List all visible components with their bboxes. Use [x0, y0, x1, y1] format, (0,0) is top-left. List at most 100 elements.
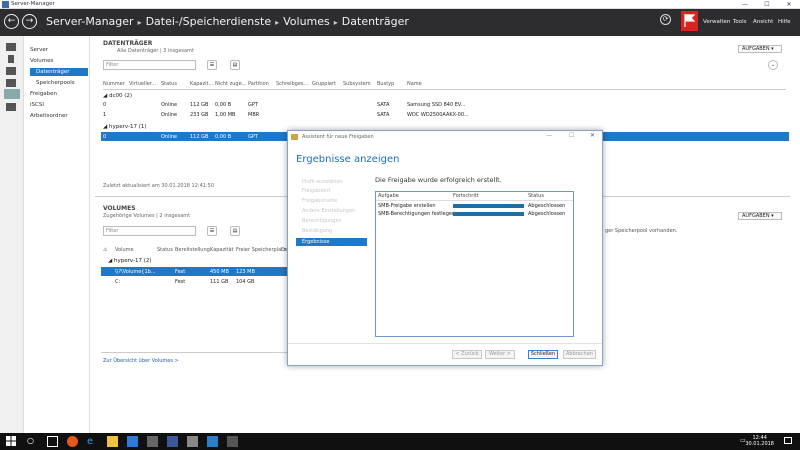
disk-row-status: Online [161, 102, 178, 108]
sidebar-item-speicherpools[interactable]: Speicherpools [36, 80, 75, 86]
notification-flag-icon[interactable] [681, 11, 698, 31]
disk-group-dc00[interactable]: ◢ dc00 (2) [103, 93, 132, 99]
app-icon[interactable] [207, 436, 218, 447]
col-bustyp[interactable]: Bustyp [377, 81, 394, 87]
sidebar-item-datentraeger[interactable]: Datenträger [30, 68, 88, 76]
file-explorer-icon[interactable] [107, 436, 118, 447]
sidebar-item-arbeitsordner[interactable]: Arbeitsordner [30, 113, 68, 119]
col-kapazitaet[interactable]: Kapazität [210, 247, 234, 253]
dialog-minimize-button[interactable]: — [546, 132, 552, 139]
local-server-icon[interactable] [8, 55, 14, 63]
wizard-step-active[interactable]: Ergebnisse [296, 238, 367, 246]
volumes-filter-input[interactable]: Filter [103, 226, 196, 236]
all-servers-icon[interactable] [6, 67, 16, 75]
volume-row-name[interactable]: C: [115, 279, 120, 285]
col-nicht-zugeordnet[interactable]: Nicht zuge... [215, 81, 246, 87]
sidebar: Server Volumes Datenträger Speicherpools… [24, 36, 90, 433]
breadcrumb-item[interactable]: Datenträger [342, 15, 409, 28]
close-button[interactable]: Schließen [528, 350, 558, 359]
dashboard-icon[interactable] [6, 43, 16, 51]
menu-tools[interactable]: Tools [733, 19, 747, 25]
filter-options-icon[interactable]: ☰ [207, 226, 217, 236]
col-status: Status [528, 193, 544, 199]
column-options-icon[interactable]: ▤ [230, 60, 240, 70]
sidebar-item-server[interactable]: Server [30, 47, 48, 53]
wizard-step: Profil auswählen [302, 179, 343, 185]
dialog-close-button[interactable]: ✕ [590, 132, 595, 139]
breadcrumb-item[interactable]: Volumes [283, 15, 330, 28]
menu-ansicht[interactable]: Ansicht [753, 19, 773, 25]
sidebar-item-freigaben[interactable]: Freigaben [30, 91, 57, 97]
volume-group-hyperv17[interactable]: ◢ hyperv-17 (2) [108, 258, 152, 264]
task-view-icon[interactable] [47, 436, 58, 447]
back-arrow-icon[interactable]: ← [4, 14, 19, 29]
disk-row-name: WDC WD2500AAKX-00... [407, 112, 469, 118]
tasks-label: AUFGABEN [742, 213, 770, 219]
notifications-icon[interactable] [784, 437, 792, 444]
col-subsystem[interactable]: Subsystem [343, 81, 371, 87]
column-options-icon[interactable]: ▤ [230, 226, 240, 236]
next-button[interactable]: Weiter > [485, 350, 515, 359]
app-icon[interactable] [167, 436, 178, 447]
roles-icon[interactable] [6, 79, 16, 87]
search-icon[interactable]: ○ [27, 436, 38, 447]
volumes-tasks-dropdown[interactable]: AUFGABEN ▾ [738, 212, 782, 220]
sidebar-item-iscsi[interactable]: iSCSI [30, 102, 44, 108]
disk-row-name: Samsung SSD 840 EV... [407, 102, 466, 108]
server-manager-taskbar-icon[interactable] [127, 436, 138, 447]
disk-row-partition: GPT [248, 102, 258, 108]
disk-row-num[interactable]: 0 [103, 102, 106, 108]
col-status[interactable]: Status [157, 247, 173, 253]
windows-start-icon[interactable] [6, 436, 17, 447]
col-bereitstellung[interactable]: Bereitstellung [175, 247, 210, 253]
forward-arrow-icon[interactable]: → [22, 14, 37, 29]
disks-panel-subtitle: Alle Datenträger | 3 insgesamt [117, 48, 194, 54]
volume-row-name[interactable]: \\?\Volume{1b... [115, 269, 156, 275]
system-clock[interactable]: 12:44 30.01.2018 [745, 435, 774, 447]
breadcrumb-item[interactable]: Server-Manager [46, 15, 134, 28]
col-kapazitaet[interactable]: Kapazit... [190, 81, 213, 87]
app-icon[interactable] [147, 436, 158, 447]
col-status[interactable]: Status [161, 81, 177, 87]
menu-hilfe[interactable]: Hilfe [778, 19, 791, 25]
col-nummer[interactable]: Nummer [103, 81, 125, 87]
disks-tasks-dropdown[interactable]: AUFGABEN ▾ [738, 45, 782, 53]
firefox-icon[interactable] [67, 436, 78, 447]
iis-icon[interactable] [6, 103, 16, 111]
col-fortschritt: Fortschritt [453, 193, 479, 199]
volumes-overview-link[interactable]: Zur Übersicht über Volumes > [103, 358, 179, 364]
new-share-wizard-dialog: Assistent für neue Freigaben — ☐ ✕ Ergeb… [287, 130, 603, 366]
expand-panel-icon[interactable]: ⌄ [768, 60, 778, 70]
col-name[interactable]: Name [407, 81, 422, 87]
horizontal-scrollbar[interactable] [101, 352, 287, 353]
col-virtueller[interactable]: Virtueller... [129, 81, 156, 87]
selected-disk-row-right[interactable] [603, 132, 789, 141]
disks-filter-input[interactable]: Filter [103, 60, 196, 70]
col-partition[interactable]: Partition [248, 81, 269, 87]
col-freier-speicherplatz[interactable]: Freier Speicherplatz [236, 247, 286, 253]
app-icon[interactable] [187, 436, 198, 447]
cancel-button[interactable]: Abbrechen [563, 350, 596, 359]
file-storage-icon[interactable] [4, 89, 20, 99]
col-schreibgeschuetzt[interactable]: Schreibges... [276, 81, 308, 87]
close-window-button[interactable]: ✕ [778, 0, 800, 9]
refresh-icon[interactable]: ⟳ [660, 14, 671, 25]
disk-row-num[interactable]: 1 [103, 112, 106, 118]
filter-options-icon[interactable]: ☰ [207, 60, 217, 70]
disk-group-hyperv17[interactable]: ◢ hyperv-17 (1) [103, 124, 147, 130]
minimize-button[interactable]: — [734, 0, 756, 9]
back-button[interactable]: < Zurück [452, 350, 482, 359]
wizard-heading: Ergebnisse anzeigen [296, 154, 400, 165]
disk-row-num[interactable]: 0 [103, 134, 106, 140]
edge-icon[interactable]: e [87, 436, 98, 447]
server-manager-icon [2, 1, 9, 8]
maximize-button[interactable]: ☐ [756, 0, 778, 9]
app-icon[interactable] [227, 436, 238, 447]
menu-verwalten[interactable]: Verwalten [703, 19, 730, 25]
sidebar-item-volumes[interactable]: Volumes [30, 58, 53, 64]
disk-row-capacity: 112 GB [190, 102, 209, 108]
breadcrumb-item[interactable]: Datei-/Speicherdienste [146, 15, 272, 28]
dialog-maximize-button[interactable]: ☐ [569, 132, 574, 139]
col-volume[interactable]: Volume [115, 247, 134, 253]
col-gruppiert[interactable]: Gruppiert [312, 81, 336, 87]
